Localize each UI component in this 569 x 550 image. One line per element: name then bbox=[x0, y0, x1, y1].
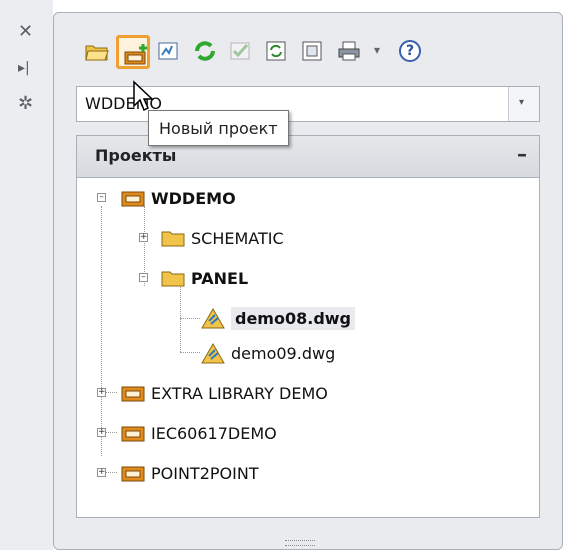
collapse-toggle[interactable]: – bbox=[97, 193, 106, 202]
palette-title-strip: ✕ ▸| ✲ bbox=[0, 0, 53, 550]
settings-button[interactable] bbox=[260, 35, 294, 69]
document-icon bbox=[302, 41, 322, 61]
tree-item-label: WDDEMO bbox=[151, 188, 236, 208]
projects-section-header[interactable]: Проекты – bbox=[76, 135, 540, 177]
tooltip-text: Новый проект bbox=[159, 119, 278, 138]
settings-icon bbox=[266, 41, 286, 61]
tree-connector bbox=[101, 206, 102, 456]
projects-section-title: Проекты bbox=[95, 146, 177, 165]
tree-item-point2point[interactable]: POINT2POINT bbox=[121, 458, 259, 488]
folder-icon bbox=[161, 231, 185, 247]
refresh-button[interactable] bbox=[188, 35, 222, 69]
tree-connector bbox=[180, 352, 200, 353]
expand-toggle[interactable]: + bbox=[97, 388, 106, 397]
tree-item-label: IEC60617DEMO bbox=[151, 423, 277, 443]
project-icon bbox=[121, 386, 145, 402]
expand-toggle[interactable]: + bbox=[97, 428, 106, 437]
tree-item-iec60617demo[interactable]: IEC60617DEMO bbox=[121, 418, 277, 448]
toolbar: ▾ ? bbox=[80, 35, 530, 75]
open-project-icon bbox=[85, 45, 109, 61]
project-icon bbox=[121, 426, 145, 442]
tree-item-label: PANEL bbox=[191, 268, 249, 288]
project-icon bbox=[121, 466, 145, 482]
new-project-button[interactable] bbox=[116, 35, 150, 69]
close-icon[interactable]: ✕ bbox=[18, 22, 33, 42]
check-button[interactable] bbox=[224, 35, 258, 69]
resize-grip[interactable] bbox=[285, 540, 315, 546]
help-icon: ? bbox=[399, 40, 421, 62]
document-button[interactable] bbox=[296, 35, 330, 69]
print-icon bbox=[338, 41, 360, 61]
project-selector-dropdown-button[interactable]: ▾ bbox=[508, 87, 539, 121]
check-icon bbox=[230, 42, 250, 60]
tree-item-label: SCHEMATIC bbox=[191, 228, 284, 248]
collapse-icon[interactable]: – bbox=[517, 142, 527, 166]
more-dropdown-button[interactable]: ▾ bbox=[368, 35, 390, 69]
more-dropdown-icon: ▾ bbox=[374, 43, 381, 57]
tooltip: Новый проект bbox=[148, 110, 289, 146]
help-symbol: ? bbox=[405, 43, 415, 59]
project-icon bbox=[121, 191, 145, 207]
project-tree: – WDDEMO + SCHEMATIC – PANEL demo08.dwg bbox=[76, 177, 540, 518]
tree-item-schematic[interactable]: SCHEMATIC bbox=[161, 223, 284, 253]
tree-item-label: POINT2POINT bbox=[151, 463, 259, 483]
auto-hide-icon[interactable]: ▸| bbox=[18, 58, 30, 78]
new-drawing-button[interactable] bbox=[152, 35, 186, 69]
tree-item-extra-library-demo[interactable]: EXTRA LIBRARY DEMO bbox=[121, 378, 328, 408]
help-button[interactable]: ? bbox=[394, 35, 428, 69]
tree-item-demo08[interactable]: demo08.dwg bbox=[201, 303, 355, 333]
drawing-file-icon bbox=[201, 308, 225, 329]
tree-item-demo09[interactable]: demo09.dwg bbox=[201, 338, 335, 368]
expand-toggle[interactable]: + bbox=[97, 468, 106, 477]
expand-toggle[interactable]: + bbox=[139, 233, 148, 242]
new-project-icon bbox=[124, 44, 147, 65]
print-button[interactable] bbox=[332, 35, 366, 69]
tree-item-label: EXTRA LIBRARY DEMO bbox=[151, 383, 328, 403]
tree-item-label: demo08.dwg bbox=[231, 306, 355, 330]
open-project-button[interactable] bbox=[80, 35, 114, 69]
chevron-down-icon: ▾ bbox=[519, 97, 525, 108]
collapse-toggle[interactable]: – bbox=[139, 273, 148, 282]
tree-item-label: demo09.dwg bbox=[231, 343, 336, 363]
properties-icon[interactable]: ✲ bbox=[18, 94, 33, 114]
refresh-icon bbox=[195, 41, 215, 61]
new-drawing-icon bbox=[158, 42, 178, 60]
tree-item-wddemo[interactable]: WDDEMO bbox=[121, 183, 236, 213]
mouse-cursor-icon bbox=[133, 80, 154, 112]
drawing-file-icon bbox=[201, 343, 225, 364]
folder-icon bbox=[161, 271, 185, 287]
tree-item-panel[interactable]: PANEL bbox=[161, 263, 248, 293]
tree-connector bbox=[180, 318, 200, 319]
